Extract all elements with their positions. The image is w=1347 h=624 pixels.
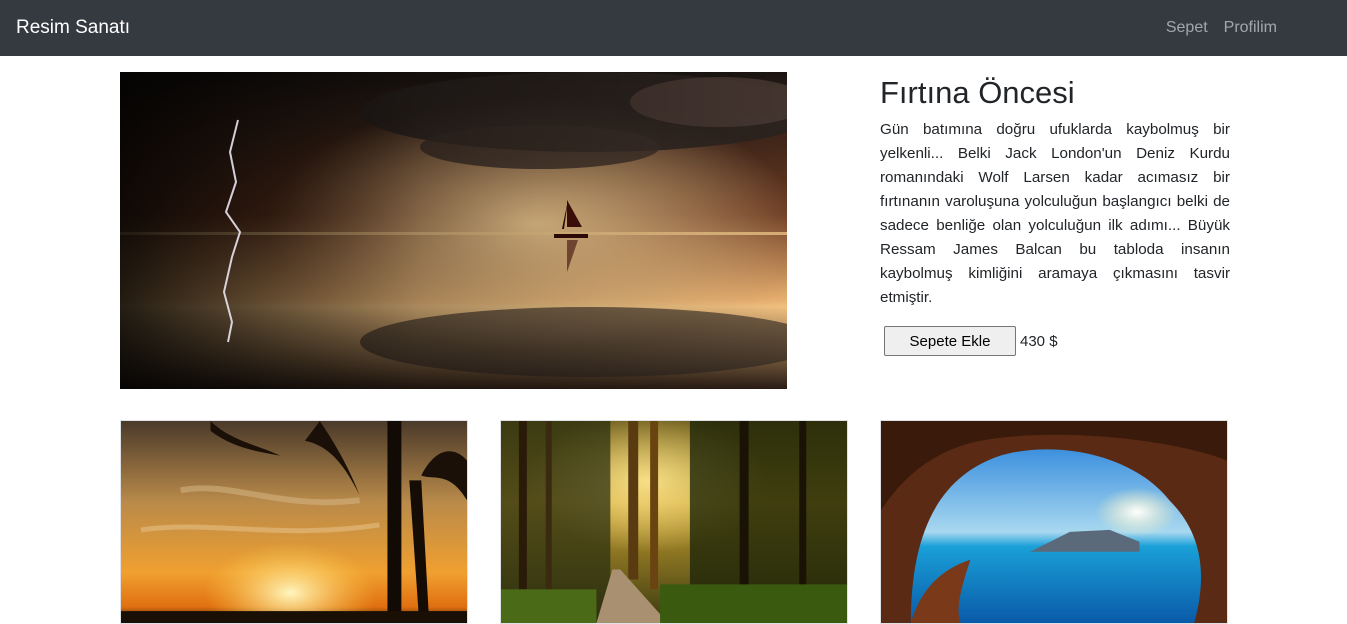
purchase-row: Sepete Ekle 430 $	[884, 326, 1058, 356]
painting-description: Gün batımına doğru ufuklarda kaybolmuş b…	[880, 121, 1230, 306]
brand-link[interactable]: Resim Sanatı	[16, 17, 130, 39]
add-to-cart-button[interactable]: Sepete Ekle	[884, 326, 1016, 356]
nav-links: Sepet Profilim	[1166, 18, 1277, 38]
painting-title: Fırtına Öncesi	[880, 75, 1075, 110]
price-label: 430 $	[1020, 332, 1058, 350]
featured-details: Fırtına Öncesi Gün batımına doğru ufukla…	[880, 74, 1230, 310]
painting-card-forest-road[interactable]	[500, 420, 848, 624]
nav-link-profile[interactable]: Profilim	[1224, 18, 1277, 38]
painting-card-sunset-palms[interactable]	[120, 420, 468, 624]
nav-link-cart[interactable]: Sepet	[1166, 18, 1208, 38]
top-navbar: Resim Sanatı Sepet Profilim	[0, 0, 1347, 56]
featured-painting-image	[120, 72, 787, 389]
painting-card-sea-cave[interactable]	[880, 420, 1228, 624]
